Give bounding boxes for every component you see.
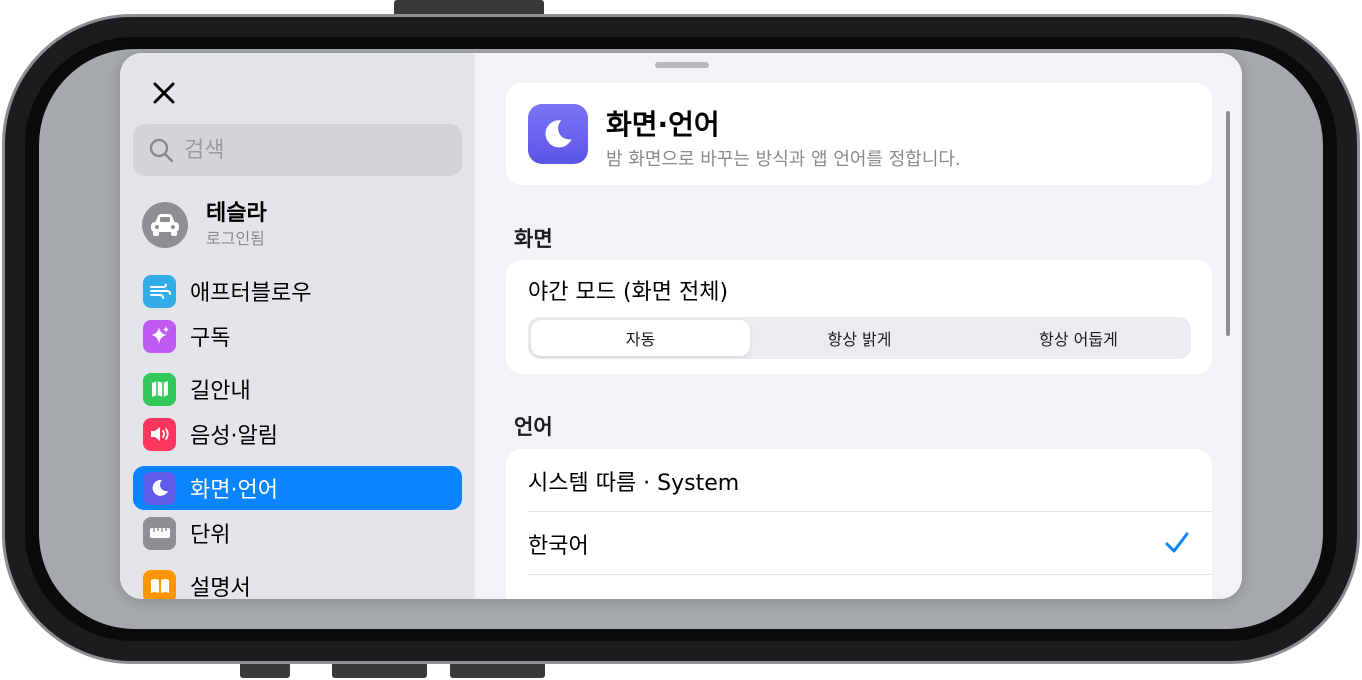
book-icon — [143, 569, 176, 599]
moon-icon — [143, 471, 176, 505]
sidebar-item-label: 화면·언어 — [190, 478, 278, 503]
language-option-label: 시스템 따름 · System — [528, 470, 740, 496]
sidebar-item-label: 음성·알림 — [190, 424, 278, 449]
sidebar: 테슬라 로그인됨 애프터블로우 구독 — [120, 53, 475, 599]
sidebar-item-display-language[interactable]: 화면·언어 — [133, 466, 462, 510]
sparkles-icon — [143, 319, 176, 353]
night-mode-segmented-control: 자동 항상 밝게 항상 어둡게 — [528, 317, 1191, 359]
sidebar-item-label: 길안내 — [190, 379, 251, 404]
search-icon — [149, 138, 174, 163]
airflow-icon — [143, 274, 176, 308]
page-subtitle: 밤 화면으로 바꾸는 방식과 앱 언어를 정합니다. — [606, 149, 961, 170]
speaker-icon — [143, 417, 176, 451]
section-label-language: 언어 — [514, 415, 553, 439]
page-title: 화면·언어 — [606, 108, 720, 141]
avatar — [142, 202, 188, 248]
language-option-system[interactable]: 시스템 따름 · System — [506, 449, 1212, 512]
profile-row[interactable]: 테슬라 로그인됨 — [142, 195, 462, 255]
language-option-korean[interactable]: 한국어 — [506, 512, 1212, 575]
ruler-icon — [143, 516, 176, 550]
close-icon — [153, 82, 175, 104]
scrollbar[interactable] — [1226, 111, 1230, 336]
content-pane: 화면·언어 밤 화면으로 바꾸는 방식과 앱 언어를 정합니다. 화면 야간 모… — [475, 53, 1242, 599]
moon-icon — [528, 104, 588, 164]
section-label-display: 화면 — [514, 227, 553, 251]
segment-always-dark[interactable]: 항상 어둡게 — [969, 320, 1188, 356]
sidebar-item-label: 단위 — [190, 523, 231, 548]
close-button[interactable] — [144, 73, 184, 113]
sidebar-item-label: 애프터블로우 — [190, 281, 312, 306]
profile-name: 테슬라 — [206, 201, 267, 226]
header-card: 화면·언어 밤 화면으로 바꾸는 방식과 앱 언어를 정합니다. — [506, 83, 1212, 185]
sidebar-item-units[interactable]: 단위 — [133, 511, 462, 555]
settings-sheet: 테슬라 로그인됨 애프터블로우 구독 — [120, 53, 1242, 599]
sidebar-item-sound[interactable]: 음성·알림 — [133, 412, 462, 456]
segment-auto[interactable]: 자동 — [531, 320, 750, 356]
night-mode-card: 야간 모드 (화면 전체) 자동 항상 밝게 항상 어둡게 — [506, 260, 1212, 374]
sidebar-item-navigation[interactable]: 길안내 — [133, 367, 462, 411]
sidebar-item-afterblow[interactable]: 애프터블로우 — [133, 269, 462, 313]
language-card: 시스템 따름 · System 한국어 — [506, 449, 1212, 599]
segment-always-light[interactable]: 항상 밝게 — [750, 320, 969, 356]
checkmark-icon — [1165, 532, 1189, 553]
search-input[interactable] — [182, 136, 422, 164]
sidebar-item-subscription[interactable]: 구독 — [133, 314, 462, 358]
sidebar-item-manual[interactable]: 설명서 — [133, 564, 462, 599]
night-mode-title: 야간 모드 (화면 전체) — [528, 280, 729, 305]
divider — [528, 574, 1212, 575]
sheet-grabber[interactable] — [655, 62, 709, 68]
sidebar-item-label: 설명서 — [190, 576, 251, 599]
map-icon — [143, 372, 176, 406]
sidebar-item-label: 구독 — [190, 326, 231, 351]
car-icon — [151, 214, 179, 236]
language-option-label: 한국어 — [528, 533, 589, 559]
profile-text: 테슬라 로그인됨 — [206, 200, 267, 250]
profile-status: 로그인됨 — [206, 229, 265, 248]
search-field[interactable] — [133, 124, 462, 176]
